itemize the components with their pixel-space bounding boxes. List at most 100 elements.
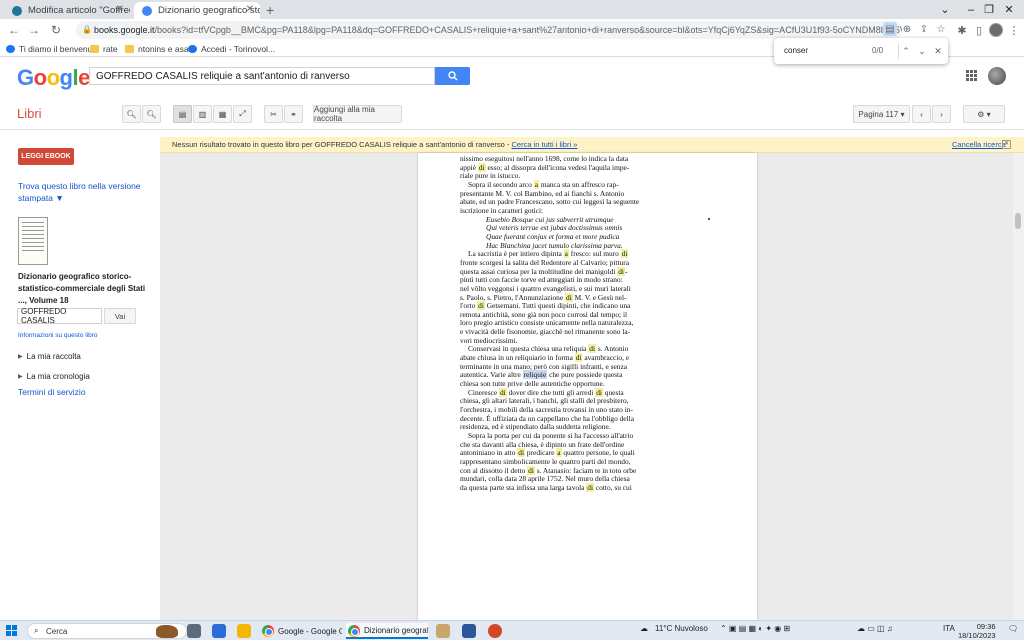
books-toolbar: Libri 🔍︎ 🔍︎ ▤ ▥ ▦ ⤢ ✂ ⚭ Aggiungi alla mi… <box>0 97 1024 130</box>
lock-icon: 🔒 <box>82 25 92 34</box>
page-text: nissimo eseguitosi nell'anno 1698, come … <box>460 154 730 493</box>
search-highlight: di <box>477 301 485 311</box>
bookmark-item[interactable]: rate <box>90 43 118 55</box>
single-page-view-icon[interactable]: ▤ <box>173 105 192 123</box>
globe-icon <box>188 45 197 53</box>
read-ebook-button[interactable]: LEGGI EBOOK <box>18 148 74 165</box>
share-icon[interactable]: ⇪ <box>917 22 931 36</box>
tray-icons[interactable]: ⌃ ▣ ▤ ▦ ◐ ✦ ◉ ⊞ <box>720 624 790 633</box>
book-title: Dizionario geografico storico-statistico… <box>18 272 146 305</box>
cancel-search-link[interactable]: Cancella ricerca <box>952 140 1006 149</box>
my-history-toggle[interactable]: ▶ La mia cronologia <box>18 372 90 381</box>
zoom-icon[interactable]: ⊕ <box>900 22 914 36</box>
left-panel: LEGGI EBOOK Trova questo libro nella ver… <box>0 130 160 620</box>
side-panel-icon[interactable]: ▯ <box>971 22 987 38</box>
viewer-scrollbar[interactable] <box>1013 153 1024 620</box>
find-page-icon[interactable]: ▤ <box>883 22 897 36</box>
page-select[interactable]: Pagina 117 ▾ <box>853 105 910 123</box>
zoom-in-icon[interactable]: 🔍︎ <box>142 105 161 123</box>
zoom-out-icon[interactable]: 🔍︎ <box>122 105 141 123</box>
search-highlight: di <box>595 387 603 397</box>
search-icon: ⌕ <box>34 626 39 635</box>
apps-grid-icon[interactable] <box>966 70 977 81</box>
folder-icon <box>90 45 99 53</box>
task-view-icon[interactable] <box>187 624 201 638</box>
user-avatar[interactable] <box>988 67 1006 85</box>
windows-start-icon[interactable] <box>6 625 17 636</box>
close-window-icon[interactable]: ✕ <box>994 0 1024 19</box>
address-bar[interactable]: 🔒 books.google.it/books?id=tfVCpgb__BMC&… <box>76 21 902 39</box>
close-icon[interactable]: ✕ <box>932 44 944 58</box>
word-icon[interactable] <box>462 624 476 638</box>
search-button[interactable] <box>435 67 470 85</box>
weather-text[interactable]: 11°C Nuvoloso <box>655 624 708 633</box>
new-tab-plus-icon[interactable]: + <box>266 2 274 18</box>
previous-page-icon[interactable]: ‹ <box>912 105 931 123</box>
chevron-down-icon[interactable]: ⌄ <box>916 44 928 58</box>
my-history-label: La mia cronologia <box>26 372 90 381</box>
link-icon[interactable]: ⚭ <box>284 105 303 123</box>
next-page-icon[interactable]: › <box>932 105 951 123</box>
settings-gear-icon[interactable]: ⚙ ▾ <box>963 105 1005 123</box>
profile-avatar[interactable] <box>989 23 1003 37</box>
close-icon[interactable]: ✕ <box>246 4 254 15</box>
app-icon[interactable] <box>488 624 502 638</box>
file-explorer-icon[interactable] <box>237 624 251 638</box>
facebook-icon <box>6 45 15 53</box>
search-highlight: a <box>563 249 569 259</box>
extensions-icon[interactable]: ✱ <box>954 22 970 38</box>
google-logo[interactable]: Google <box>17 65 90 91</box>
bookmark-item[interactable]: Accedi - Torinovol... <box>188 43 275 55</box>
taskbar-search[interactable]: ⌕ Cerca <box>27 623 187 639</box>
url-path: /books?id=tfVCpgb__BMC&pg=PA118&lpg=PA11… <box>154 25 902 35</box>
page-title[interactable]: Libri <box>17 106 42 121</box>
tab-modifica-articolo[interactable]: Modifica articolo "Goffredo Casa ✕ <box>4 2 130 19</box>
app-icon[interactable] <box>436 624 450 638</box>
add-to-collection-button[interactable]: Aggiungi alla mia raccolta <box>313 105 402 123</box>
clip-icon[interactable]: ✂ <box>264 105 283 123</box>
chrome-icon <box>262 625 274 637</box>
tab-dizionario[interactable]: Dizionario geografico storico-st ✕ <box>134 2 260 19</box>
search-all-books-link[interactable]: Cerca in tutti i libri » <box>512 140 578 149</box>
more-menu-icon[interactable]: ⋮ <box>1006 22 1022 38</box>
search-highlight: di <box>574 353 583 363</box>
book-cover-thumbnail[interactable] <box>18 217 48 265</box>
close-icon[interactable]: ✕ <box>1002 140 1011 149</box>
search-icon <box>447 71 457 81</box>
bookmark-item[interactable]: Ti diamo il benvenu... <box>6 43 99 55</box>
chevron-up-icon[interactable]: ⌃ <box>900 44 912 58</box>
clock[interactable]: 09:36 18/10/2023 <box>958 622 996 640</box>
taskbar-chrome-dizionario[interactable]: Dizionario geografi... <box>346 623 428 639</box>
language-indicator[interactable]: ITA <box>943 624 955 633</box>
forward-arrow-icon[interactable]: → <box>26 22 42 38</box>
search-highlight-image <box>156 625 178 638</box>
search-highlight: a <box>533 179 539 189</box>
bookmark-item[interactable]: ntonins e asar <box>125 43 191 55</box>
find-input[interactable]: conser <box>784 46 884 55</box>
book-info-link[interactable]: Informazioni su questo libro <box>18 332 98 339</box>
fullscreen-icon[interactable]: ⤢ <box>233 105 252 123</box>
my-collection-toggle[interactable]: ▶ La mia raccolta <box>18 352 81 361</box>
scroll-thumb[interactable] <box>1015 213 1021 229</box>
reload-icon[interactable]: ↻ <box>48 22 64 38</box>
thumbnail-view-icon[interactable]: ▦ <box>213 105 232 123</box>
media-app-icon[interactable] <box>212 624 226 638</box>
taskbar-chrome-google[interactable]: Google - Google C... <box>260 623 342 639</box>
search-highlight: di <box>620 249 629 259</box>
find-print-link[interactable]: Trova questo libro nella versione stampa… <box>18 180 148 204</box>
go-button[interactable]: Vai <box>104 308 136 324</box>
notification-icon[interactable]: 🗨 <box>1008 624 1018 633</box>
two-page-view-icon[interactable]: ▥ <box>193 105 212 123</box>
bookmark-star-icon[interactable]: ☆ <box>934 22 948 36</box>
tray-icons[interactable]: ☁ ▭ ◫ ♫ <box>857 624 893 633</box>
page-select-label: Pagina 117 <box>858 109 899 119</box>
search-highlight: di <box>565 292 573 302</box>
tab-strip: Modifica articolo "Goffredo Casa ✕ Dizio… <box>0 0 1024 19</box>
terms-link[interactable]: Termini di servizio <box>18 386 86 398</box>
close-icon[interactable]: ✕ <box>116 4 124 15</box>
in-book-search-input[interactable]: GOFFREDO CASALIS <box>17 307 102 325</box>
books-search-input[interactable]: GOFFREDO CASALIS reliquie a sant'antonio… <box>89 67 435 85</box>
back-arrow-icon[interactable]: ← <box>6 22 22 38</box>
book-viewer[interactable]: nissimo eseguitosi nell'anno 1698, come … <box>160 153 1024 620</box>
weather-icon: ☁ <box>640 624 648 633</box>
